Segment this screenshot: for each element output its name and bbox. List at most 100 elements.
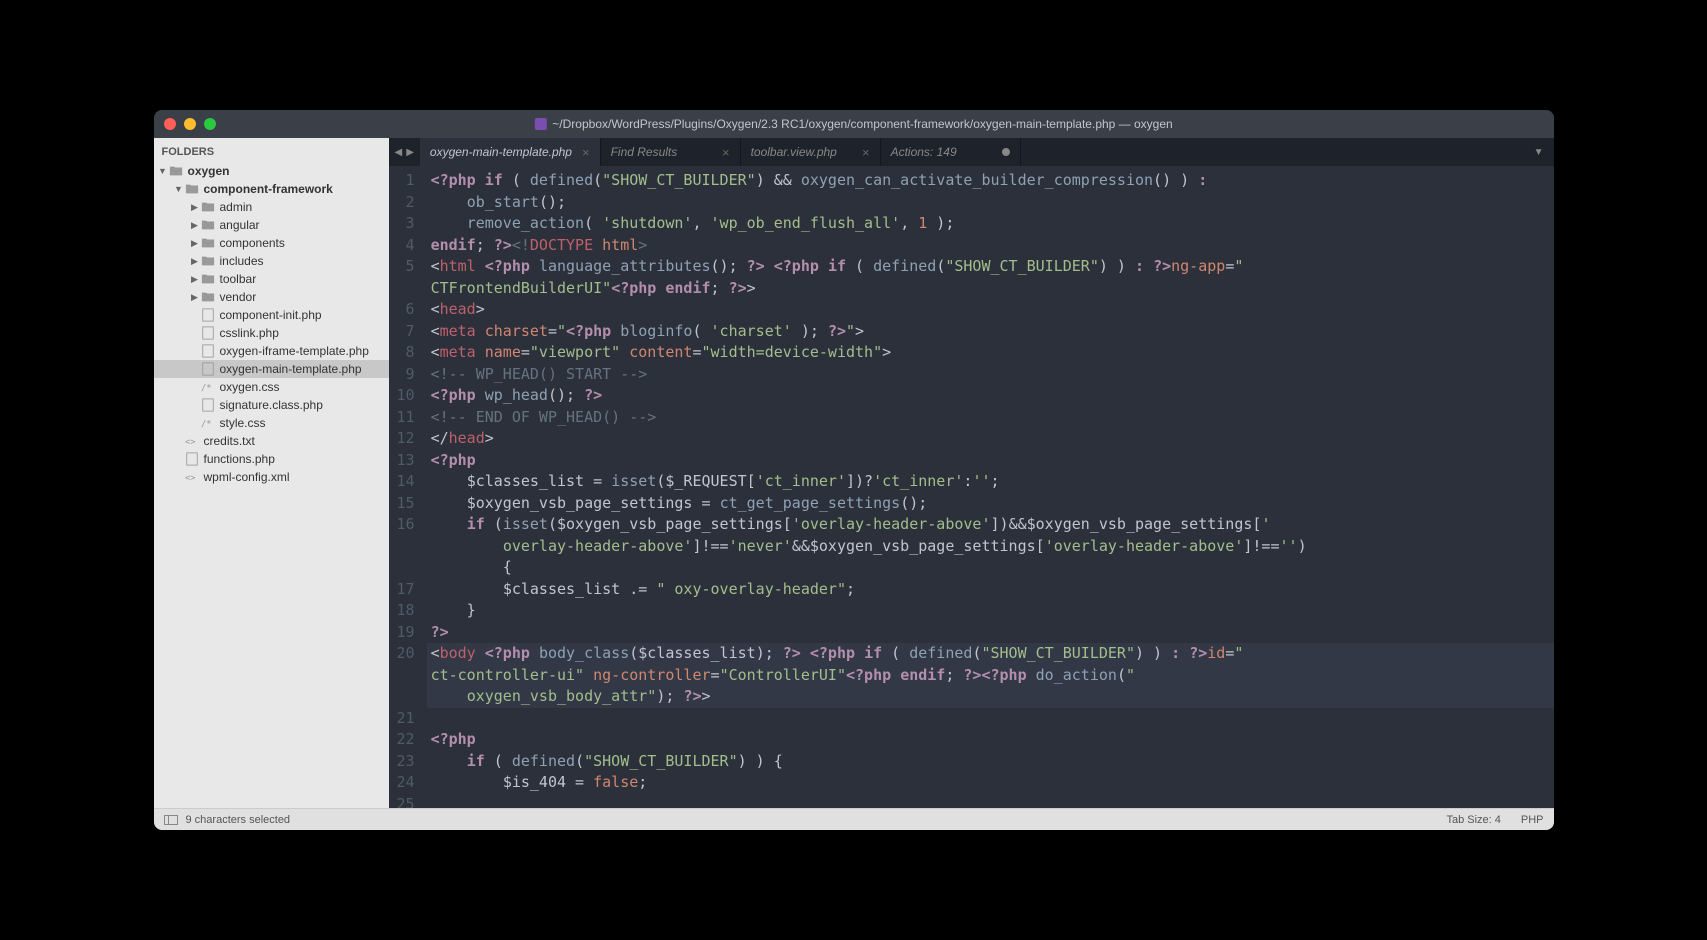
disclosure-arrow-icon[interactable] [190, 220, 200, 231]
line-number[interactable]: 24 [397, 772, 415, 794]
code-line[interactable]: { [427, 557, 1554, 579]
tab[interactable]: toolbar.view.php× [741, 138, 881, 166]
code-line[interactable]: <?php wp_head(); ?> [427, 385, 1554, 407]
code-line[interactable]: <?php [427, 729, 1554, 751]
line-number[interactable] [397, 278, 415, 300]
tab[interactable]: Actions: 149 [881, 138, 1021, 166]
line-number[interactable]: 15 [397, 493, 415, 515]
tree-file[interactable]: component-init.php [154, 306, 389, 324]
disclosure-arrow-icon[interactable] [190, 202, 200, 213]
line-number[interactable] [397, 557, 415, 579]
line-number[interactable] [397, 665, 415, 687]
code-line[interactable]: $classes_list = isset($_REQUEST['ct_inne… [427, 471, 1554, 493]
tree-file[interactable]: oxygen-main-template.php [154, 360, 389, 378]
line-number[interactable]: 11 [397, 407, 415, 429]
code-line[interactable] [427, 708, 1554, 730]
disclosure-arrow-icon[interactable] [190, 292, 200, 303]
line-number[interactable]: 19 [397, 622, 415, 644]
line-number[interactable]: 23 [397, 751, 415, 773]
code-line[interactable]: endif; ?><!DOCTYPE html> [427, 235, 1554, 257]
tree-folder[interactable]: oxygen [154, 162, 389, 180]
code-line[interactable]: $oxygen_vsb_page_settings = ct_get_page_… [427, 493, 1554, 515]
code-line[interactable]: if ( defined("SHOW_CT_BUILDER") ) { [427, 751, 1554, 773]
tab-close-icon[interactable]: × [862, 145, 870, 160]
panel-toggle-icon[interactable] [164, 815, 178, 825]
line-number[interactable]: 10 [397, 385, 415, 407]
code-area[interactable]: 1234567891011121314151617181920212223242… [389, 166, 1554, 808]
code-line[interactable]: <!-- WP_HEAD() START --> [427, 364, 1554, 386]
code-line[interactable] [427, 794, 1554, 809]
code-line[interactable]: } [427, 600, 1554, 622]
code-line[interactable]: <?php [427, 450, 1554, 472]
tree-folder[interactable]: includes [154, 252, 389, 270]
disclosure-arrow-icon[interactable] [174, 184, 184, 194]
code-line[interactable]: $classes_list .= " oxy-overlay-header"; [427, 579, 1554, 601]
tree-file[interactable]: csslink.php [154, 324, 389, 342]
code-line[interactable]: <body <?php body_class($classes_list); ?… [427, 643, 1554, 665]
minimize-window-button[interactable] [184, 118, 196, 130]
close-window-button[interactable] [164, 118, 176, 130]
disclosure-arrow-icon[interactable] [190, 274, 200, 285]
tab[interactable]: Find Results× [601, 138, 741, 166]
tab-back-icon[interactable]: ◀ [395, 147, 403, 158]
code-line[interactable]: remove_action( 'shutdown', 'wp_ob_end_fl… [427, 213, 1554, 235]
line-number[interactable]: 4 [397, 235, 415, 257]
line-gutter[interactable]: 1234567891011121314151617181920212223242… [389, 166, 427, 808]
line-number[interactable]: 12 [397, 428, 415, 450]
code-line[interactable]: <!-- END OF WP_HEAD() --> [427, 407, 1554, 429]
tree-file[interactable]: /*oxygen.css [154, 378, 389, 396]
line-number[interactable] [397, 536, 415, 558]
line-number[interactable]: 14 [397, 471, 415, 493]
code-line[interactable]: overlay-header-above']!=='never'&&$oxyge… [427, 536, 1554, 558]
line-number[interactable]: 25 [397, 794, 415, 809]
tree-folder[interactable]: component-framework [154, 180, 389, 198]
code-line[interactable]: </head> [427, 428, 1554, 450]
code-line[interactable]: CTFrontendBuilderUI"<?php endif; ?>> [427, 278, 1554, 300]
line-number[interactable]: 8 [397, 342, 415, 364]
tree-file[interactable]: <>wpml-config.xml [154, 468, 389, 486]
line-number[interactable]: 1 [397, 170, 415, 192]
line-number[interactable]: 17 [397, 579, 415, 601]
line-number[interactable] [397, 686, 415, 708]
tab-size-button[interactable]: Tab Size: 4 [1446, 814, 1500, 826]
code-line[interactable]: <?php if ( defined("SHOW_CT_BUILDER") &&… [427, 170, 1554, 192]
syntax-button[interactable]: PHP [1521, 814, 1544, 826]
tab-menu-button[interactable]: ▼ [1524, 138, 1554, 166]
line-number[interactable]: 20 [397, 643, 415, 665]
maximize-window-button[interactable] [204, 118, 216, 130]
line-number[interactable]: 6 [397, 299, 415, 321]
tab-forward-icon[interactable]: ▶ [406, 147, 414, 158]
code-content[interactable]: <?php if ( defined("SHOW_CT_BUILDER") &&… [427, 166, 1554, 808]
tree-folder[interactable]: toolbar [154, 270, 389, 288]
code-line[interactable]: <head> [427, 299, 1554, 321]
line-number[interactable]: 21 [397, 708, 415, 730]
code-line[interactable]: ob_start(); [427, 192, 1554, 214]
code-line[interactable]: ct-controller-ui" ng-controller="Control… [427, 665, 1554, 687]
code-line[interactable]: oxygen_vsb_body_attr"); ?>> [427, 686, 1554, 708]
disclosure-arrow-icon[interactable] [158, 166, 168, 176]
tab-close-icon[interactable]: × [582, 145, 590, 160]
tab-close-icon[interactable]: × [722, 145, 730, 160]
tree-folder[interactable]: admin [154, 198, 389, 216]
code-line[interactable]: $is_404 = false; [427, 772, 1554, 794]
tree-file[interactable]: functions.php [154, 450, 389, 468]
line-number[interactable]: 22 [397, 729, 415, 751]
tree-file[interactable]: signature.class.php [154, 396, 389, 414]
disclosure-arrow-icon[interactable] [190, 238, 200, 249]
tree-folder[interactable]: angular [154, 216, 389, 234]
line-number[interactable]: 13 [397, 450, 415, 472]
code-line[interactable]: <meta charset="<?php bloginfo( 'charset'… [427, 321, 1554, 343]
code-line[interactable]: if (isset($oxygen_vsb_page_settings['ove… [427, 514, 1554, 536]
code-line[interactable]: <html <?php language_attributes(); ?> <?… [427, 256, 1554, 278]
line-number[interactable]: 7 [397, 321, 415, 343]
tab[interactable]: oxygen-main-template.php× [420, 138, 601, 166]
code-line[interactable]: ?> [427, 622, 1554, 644]
line-number[interactable]: 16 [397, 514, 415, 536]
line-number[interactable]: 9 [397, 364, 415, 386]
tree-folder[interactable]: vendor [154, 288, 389, 306]
folder-tree[interactable]: oxygencomponent-frameworkadminangular com… [154, 162, 389, 808]
line-number[interactable]: 5 [397, 256, 415, 278]
tree-file[interactable]: <>credits.txt [154, 432, 389, 450]
tree-file[interactable]: oxygen-iframe-template.php [154, 342, 389, 360]
code-line[interactable]: <meta name="viewport" content="width=dev… [427, 342, 1554, 364]
